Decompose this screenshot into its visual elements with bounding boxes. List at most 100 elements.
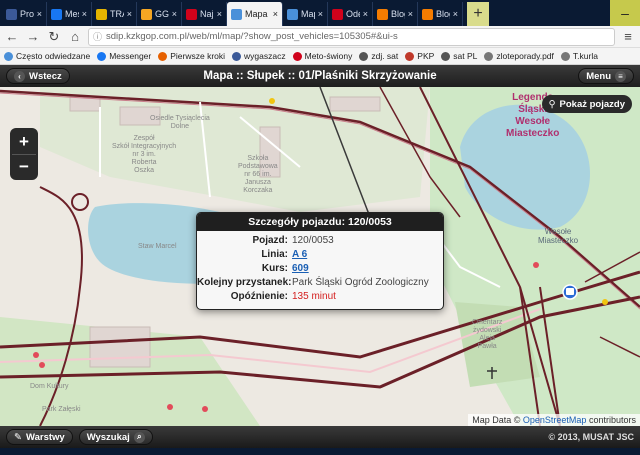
tab-close-icon[interactable]: × [363,9,368,19]
url-text: sdip.kzkgop.com.pl/web/ml/map/?show_post… [106,31,398,42]
tab-label: Mapa [301,9,315,19]
bookmark-item[interactable]: zloteporady.pdf [484,51,554,61]
osm-link[interactable]: OpenStreetMap [523,415,587,425]
show-vehicles-button[interactable]: ⚲ Pokaż pojazdy [541,95,632,113]
bookmark-item[interactable]: sat PL [441,51,477,61]
tab-favicon-icon [377,8,388,20]
zoom-control: + − [10,128,38,180]
map-label-wesole: Wesołe Miasteczko [538,227,579,245]
browser-tab[interactable]: GG × [137,2,182,26]
tab-label: Odebra [346,9,360,19]
zoom-out-button[interactable]: − [12,154,36,178]
popup-row-link[interactable]: A 6 [292,248,443,262]
browser-tab[interactable]: Messeng× [47,2,92,26]
tab-favicon-icon [287,8,298,20]
map-label-cmentarz: Cmentarz żydowski Aleja Pawła [472,319,503,350]
popup-row: Kurs: 609 [197,262,443,276]
chevron-left-icon: ‹ [14,70,25,82]
tab-label: GG [155,9,169,19]
tab-close-icon[interactable]: × [172,9,177,19]
taskbar-strip [0,448,640,455]
wrench-icon: ✎ [14,431,22,443]
bookmark-label: Pierwsze kroki [170,51,226,61]
back-button[interactable]: ‹ Wstecz [6,68,70,84]
popup-row-key: Linia: [261,249,288,260]
tab-favicon-icon [6,8,17,20]
search-icon: ⌕ [133,431,145,443]
reload-icon[interactable]: ↻ [46,29,62,45]
browser-nav-bar: ← → ↻ ⌂ ⓘ sdip.kzkgop.com.pl/web/ml/map/… [0,26,640,48]
tab-label: Blogger [391,9,405,19]
menu-button[interactable]: Menu ≡ [578,68,634,84]
window-minimize-button[interactable]: – [610,0,640,26]
bookmark-icon [97,51,107,61]
tab-close-icon[interactable]: × [408,9,413,19]
bookmark-item[interactable]: Pierwsze kroki [158,51,225,61]
search-button[interactable]: Wyszukaj ⌕ [78,429,153,445]
back-arrow-icon[interactable]: ← [4,29,20,45]
map-label-school2: Szkoła Podstawowa nr 66 im. Janusza Korc… [238,155,278,194]
tab-favicon-icon [332,8,343,20]
browser-tab[interactable]: Program× [2,2,47,26]
bookmark-icon [4,51,13,61]
popup-row-link[interactable]: 609 [292,262,443,276]
browser-tab[interactable]: TRANSP× [92,2,137,26]
forward-arrow-icon[interactable]: → [25,29,41,45]
new-tab-button[interactable]: + [467,2,489,26]
browser-tab[interactable]: Mapa× [283,2,328,26]
tab-favicon-icon [51,8,62,20]
bookmark-label: sat PL [453,51,478,61]
tab-close-icon[interactable]: × [37,9,42,19]
tab-close-icon[interactable]: × [453,9,458,19]
bookmark-label: zloteporady.pdf [496,51,554,61]
page-title: Mapa :: Słupek :: 01/Plaśniki Skrzyżowan… [203,70,437,82]
map-attribution: Map Data © OpenStreetMap contributors [468,414,640,426]
bookmark-label: Często odwiedzane [16,51,91,61]
bookmark-item[interactable]: zdj. sat [359,51,398,61]
home-icon[interactable]: ⌂ [67,29,83,45]
tab-favicon-icon [422,8,433,20]
bookmark-item[interactable]: PKP [405,51,434,61]
bookmark-item[interactable]: Meto-świony [292,51,353,61]
popup-row: Pojazd: 120/0053 [197,234,443,248]
bookmark-item[interactable]: Często odwiedzane [4,51,90,61]
popup-rows: Pojazd: 120/0053 Linia: A 6 Kurs: 609 Kolejny … [197,231,443,309]
tab-close-icon[interactable]: × [273,9,278,19]
tab-close-icon[interactable]: × [318,9,323,19]
bookmark-label: Meto-świony [304,51,353,61]
bookmark-icon [158,51,168,61]
hamburger-icon: ≡ [615,70,626,82]
bookmark-label: Messenger [109,51,152,61]
info-icon[interactable]: ⓘ [93,30,102,43]
browser-tab[interactable]: Blogg× [418,2,463,26]
bookmark-icon [232,51,242,61]
popup-row-key: Kurs: [261,263,288,274]
tab-favicon-icon [231,8,242,20]
map-label-osiedle: Osiedle Tysiąclecia Dolne [150,115,210,130]
bookmark-item[interactable]: Messenger [97,51,151,61]
browser-tab[interactable]: Mapa × [227,2,283,26]
tab-label: Najle [200,9,214,19]
tab-label: Mapa [245,9,268,19]
bookmark-item[interactable]: T.kurla [560,51,598,61]
popup-row-value: 120/0053 [292,235,334,246]
bookmark-label: wygaszacz [244,51,286,61]
browser-tab[interactable]: Blogger× [373,2,418,26]
copyright-text: © 2013, MUSAT JSC [548,432,635,442]
tab-close-icon[interactable]: × [127,9,132,19]
map-label-staw: Staw Marcel [138,243,177,250]
menu-icon[interactable]: ≡ [620,29,636,45]
popup-row-key: Kolejny przystanek: [197,277,292,288]
layers-button[interactable]: ✎ Warstwy [6,429,73,445]
browser-tab[interactable]: Najle× [182,2,227,26]
bookmark-icon [560,51,570,61]
popup-row-value: Park Śląski Ogród Zoologiczny [292,277,429,288]
browser-tab[interactable]: Odebra× [328,2,373,26]
bookmark-icon [405,51,415,61]
tab-close-icon[interactable]: × [217,9,222,19]
zoom-in-button[interactable]: + [12,130,36,154]
map-pin-icon: ⚲ [548,98,556,110]
tab-close-icon[interactable]: × [82,9,87,19]
bookmark-item[interactable]: wygaszacz [232,51,286,61]
address-bar[interactable]: ⓘ sdip.kzkgop.com.pl/web/ml/map/?show_po… [88,27,615,46]
